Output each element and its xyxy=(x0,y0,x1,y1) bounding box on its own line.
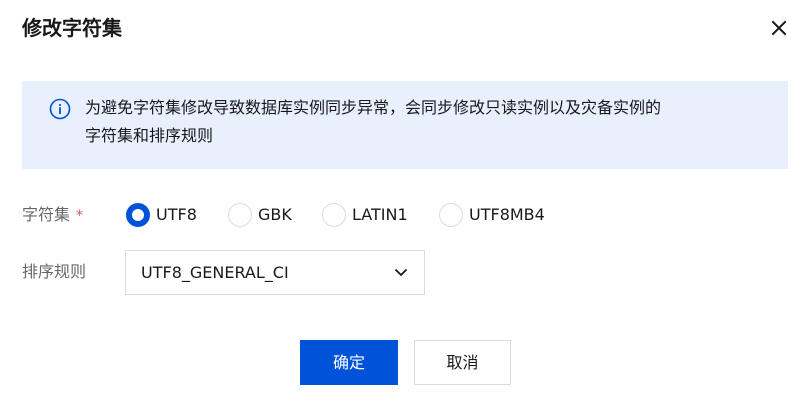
dialog-title: 修改字符集 xyxy=(22,16,122,40)
collation-label: 排序规则 xyxy=(22,262,87,281)
radio-label[interactable]: UTF8MB4 xyxy=(469,203,545,227)
info-circle-icon xyxy=(49,98,71,120)
required-mark: * xyxy=(76,208,84,224)
notice-line-1: 为避免字符集修改导致数据库实例同步异常，会同步修改只读实例以及灾备实例的 xyxy=(85,98,662,117)
cancel-button[interactable]: 取消 xyxy=(414,340,511,385)
radio-circle[interactable] xyxy=(228,203,252,227)
collation-select[interactable]: UTF8_GENERAL_CI xyxy=(125,250,425,295)
confirm-button[interactable]: 确定 xyxy=(300,340,398,385)
charset-label-text: 字符集 xyxy=(22,205,71,224)
radio-circle[interactable] xyxy=(439,203,463,227)
notice-line-2: 字符集和排序规则 xyxy=(85,126,214,145)
info-notice: 为避免字符集修改导致数据库实例同步异常，会同步修改只读实例以及灾备实例的 字符集… xyxy=(22,81,788,169)
chevron-down-icon[interactable] xyxy=(392,263,410,281)
radio-circle[interactable] xyxy=(322,203,346,227)
radio-label[interactable]: LATIN1 xyxy=(352,203,408,227)
close-button[interactable] xyxy=(766,15,792,41)
notice-text: 为避免字符集修改导致数据库实例同步异常，会同步修改只读实例以及灾备实例的 字符集… xyxy=(85,94,765,150)
close-icon[interactable] xyxy=(766,15,792,41)
collation-select-value[interactable]: UTF8_GENERAL_CI xyxy=(141,261,289,285)
radio-circle-checked[interactable] xyxy=(126,203,150,227)
radio-label[interactable]: GBK xyxy=(258,203,292,227)
radio-label[interactable]: UTF8 xyxy=(156,203,197,227)
charset-label: 字符集 * xyxy=(22,203,83,228)
charset-dialog: 修改字符集 为避免字符集修改导致数据库实例同步异常，会同步修改只读实例以及灾备实… xyxy=(0,0,802,401)
